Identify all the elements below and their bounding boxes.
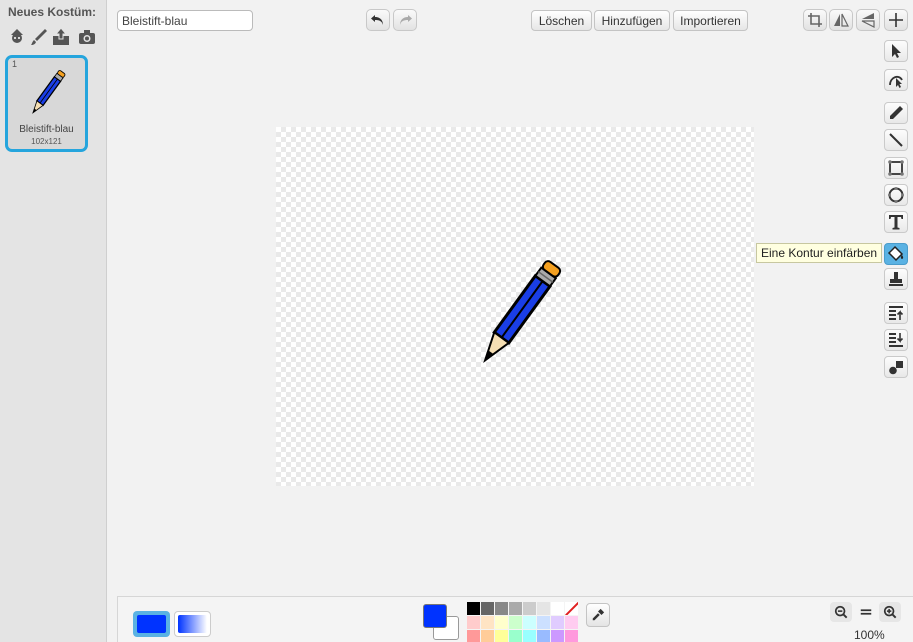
palette-color-swatch[interactable] [467,616,480,629]
palette-color-swatch[interactable] [551,630,564,642]
costume-panel: Neues Kostüm: 1 Bleistift-blau 102x121 [0,0,107,642]
palette-color-swatch[interactable] [537,602,550,615]
palette-color-swatch[interactable] [551,616,564,629]
ellipse-tool-icon[interactable] [884,184,908,206]
palette-color-swatch[interactable] [537,616,550,629]
upload-icon[interactable] [50,26,72,48]
character-library-icon[interactable] [6,26,28,48]
costume-size: 102x121 [31,137,62,146]
flip-vertical-icon[interactable] [856,9,880,31]
flip-horizontal-icon[interactable] [829,9,853,31]
pencil-tool-icon[interactable] [884,102,908,124]
send-backward-icon[interactable] [884,329,908,351]
gradient-fill-swatch [178,615,207,633]
ungroup-icon[interactable] [884,356,908,378]
paint-canvas[interactable] [276,127,754,486]
palette-color-swatch[interactable] [565,630,578,642]
costume-name: Bleistift-blau [19,124,74,135]
palette-color-swatch[interactable] [551,602,564,615]
palette-color-swatch[interactable] [509,602,522,615]
paintbrush-icon[interactable] [28,26,50,48]
costume-name-input[interactable] [117,10,253,31]
palette-color-swatch[interactable] [523,630,536,642]
redo-icon[interactable] [393,9,417,31]
solid-fill-swatch [137,615,166,633]
undo-icon[interactable] [366,9,390,31]
palette-color-swatch[interactable] [495,602,508,615]
palette-color-swatch[interactable] [481,616,494,629]
select-tool-icon[interactable] [884,40,908,62]
zoom-out-icon[interactable] [830,602,852,622]
crop-icon[interactable] [803,9,827,31]
costume-index: 1 [12,59,18,69]
palette-color-swatch[interactable] [467,602,480,615]
palette-color-swatch[interactable] [495,630,508,642]
palette-color-swatch[interactable] [509,616,522,629]
gradient-fill-button[interactable] [174,611,211,637]
primary-color-swatch[interactable] [423,604,447,628]
rectangle-tool-icon[interactable] [884,157,908,179]
palette-color-swatch[interactable] [481,602,494,615]
zoom-reset-icon[interactable] [855,602,877,622]
color-palette [467,602,578,642]
text-tool-icon[interactable] [884,211,908,233]
palette-color-swatch[interactable] [509,630,522,642]
zoom-level: 100% [854,628,885,642]
bring-forward-icon[interactable] [884,302,908,324]
clear-button[interactable]: Löschen [531,10,592,31]
palette-color-swatch[interactable] [481,630,494,642]
add-button[interactable]: Hinzufügen [594,10,670,31]
palette-color-swatch[interactable] [523,602,536,615]
palette-color-swatch[interactable] [467,630,480,642]
solid-fill-button[interactable] [133,611,170,637]
palette-color-swatch[interactable] [565,616,578,629]
line-tool-icon[interactable] [884,129,908,151]
costume-thumbnail [32,70,66,114]
pencil-costume-drawing [483,260,562,363]
stamp-tool-icon[interactable] [884,268,908,290]
color-shape-tool-icon[interactable] [884,243,908,265]
no-color-swatch[interactable] [565,602,578,615]
tooltip: Eine Kontur einfärben [756,243,883,263]
palette-color-swatch[interactable] [537,630,550,642]
costume-item[interactable]: 1 Bleistift-blau 102x121 [5,55,88,152]
palette-color-swatch[interactable] [523,616,536,629]
set-center-icon[interactable] [884,9,908,31]
zoom-in-icon[interactable] [879,602,901,622]
palette-color-swatch[interactable] [495,616,508,629]
eyedropper-icon[interactable] [586,603,610,627]
import-button[interactable]: Importieren [673,10,748,31]
reshape-tool-icon[interactable] [884,69,908,91]
camera-icon[interactable] [76,26,98,48]
color-palette-bar: 100% [117,596,913,642]
new-costume-title: Neues Kostüm: [8,5,97,19]
